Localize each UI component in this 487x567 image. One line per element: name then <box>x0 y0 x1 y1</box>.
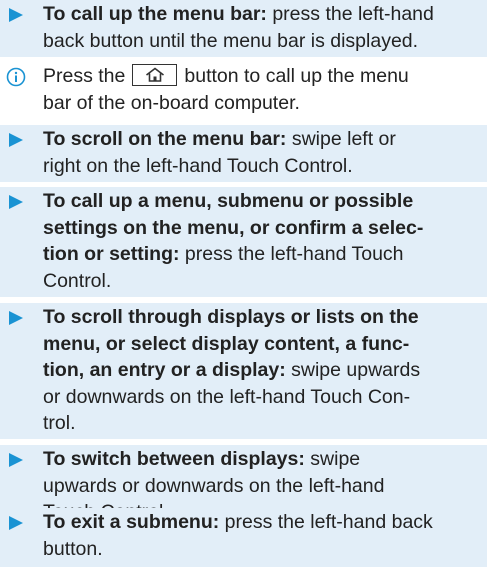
arrow-bullet-icon <box>9 8 23 22</box>
instruction-body: back button until the menu bar is displa… <box>43 29 419 52</box>
instruction-text: To call up a menu, submenu or possible s… <box>43 187 473 294</box>
instruction-text: To scroll on the menu bar: swipe left or… <box>43 125 473 179</box>
instruction-lead: tion, an entry or a display: <box>43 359 286 381</box>
info-circle-icon <box>6 67 26 87</box>
instruction-item: To scroll through displays or lists on t… <box>0 303 487 439</box>
instruction-body: upwards or downwards on the left-hand <box>43 474 385 497</box>
instruction-lead: To scroll through displays or lists on t… <box>43 306 419 328</box>
instruction-body: swipe upwards <box>285 359 421 381</box>
instruction-lead: tion or setting: <box>43 243 180 265</box>
instruction-lead: To call up the menu bar: <box>43 3 267 25</box>
arrow-bullet-icon <box>9 453 23 467</box>
instruction-item: To exit a submenu: press the left-hand b… <box>0 508 487 567</box>
instruction-item: To call up the menu bar: press the left-… <box>0 0 487 57</box>
arrow-bullet-icon <box>9 195 23 209</box>
home-icon <box>146 67 165 82</box>
instruction-body: or downwards on the left-hand Touch Con- <box>43 385 411 408</box>
instruction-page: To call up the menu bar: press the left-… <box>0 0 487 567</box>
instruction-body: press the left-hand Touch <box>179 243 404 265</box>
instruction-lead: To exit a submenu: <box>43 511 220 533</box>
info-text-post: button to call up the menu <box>184 65 409 87</box>
arrow-bullet-icon <box>9 516 23 530</box>
info-text-pre: Press the <box>43 65 126 87</box>
instruction-item: To scroll on the menu bar: swipe left or… <box>0 125 487 182</box>
info-text-line2: bar of the on-board computer. <box>43 91 300 114</box>
info-text: Press the button to call up the menu bar … <box>43 62 473 116</box>
instruction-item: To call up a menu, submenu or possible s… <box>0 187 487 297</box>
instruction-body: button. <box>43 537 103 560</box>
instruction-body: press the left-hand back <box>219 511 433 533</box>
arrow-bullet-icon <box>9 133 23 147</box>
instruction-body: swipe <box>304 448 361 470</box>
instruction-lead: menu, or select display content, a func- <box>43 332 410 355</box>
instruction-text: To scroll through displays or lists on t… <box>43 303 473 437</box>
instruction-lead: settings on the menu, or confirm a selec… <box>43 216 424 239</box>
instruction-text: To call up the menu bar: press the left-… <box>43 0 473 54</box>
instruction-text: To exit a submenu: press the left-hand b… <box>43 508 473 562</box>
instruction-body: press the left-hand <box>266 3 434 25</box>
home-button-symbol <box>132 63 178 86</box>
instruction-body: Control. <box>43 269 112 292</box>
instruction-lead: To switch between displays: <box>43 448 305 470</box>
instruction-lead: To call up a menu, submenu or possible <box>43 190 414 212</box>
info-note: Press the button to call up the menu bar … <box>0 62 487 119</box>
instruction-body: trol. <box>43 412 76 434</box>
instruction-body: swipe left or <box>286 128 396 150</box>
instruction-body: right on the left-hand Touch Control. <box>43 154 353 177</box>
instruction-lead: To scroll on the menu bar: <box>43 128 287 150</box>
arrow-bullet-icon <box>9 311 23 325</box>
